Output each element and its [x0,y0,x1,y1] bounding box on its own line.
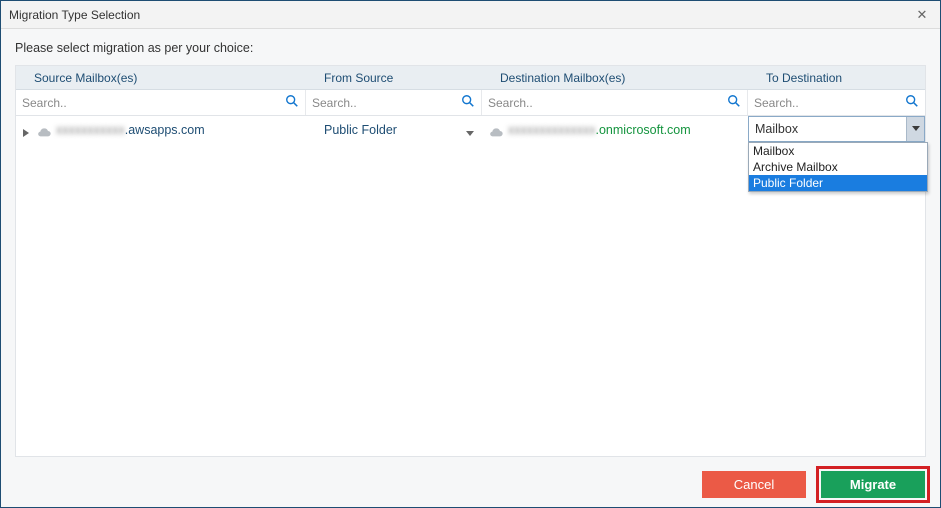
source-redacted: xxxxxxxxxxx [56,123,125,137]
search-input-from-source[interactable] [306,90,481,115]
search-icon[interactable] [285,94,299,108]
column-headers: Source Mailbox(es) From Source Destinati… [16,66,925,90]
dropdown-option-mailbox[interactable]: Mailbox [749,143,927,159]
footer: Cancel Migrate [1,461,940,507]
search-row [16,90,925,116]
chevron-down-icon[interactable] [906,117,924,141]
grid-panel: Source Mailbox(es) From Source Destinati… [15,65,926,457]
migrate-button[interactable]: Migrate [821,471,925,498]
expand-icon[interactable] [22,125,32,135]
cell-from-source[interactable]: Public Folder [306,116,482,144]
search-destination-mailboxes [482,90,748,115]
header-source-mailboxes: Source Mailbox(es) [16,66,306,89]
cell-destination-mailbox[interactable]: xxxxxxxxxxxxxx .onmicrosoft.com [482,116,748,144]
header-to-destination: To Destination [748,66,925,89]
search-source-mailboxes [16,90,306,115]
dialog-window: Migration Type Selection ✕ Please select… [0,0,941,508]
window-title: Migration Type Selection [9,8,912,22]
from-source-value: Public Folder [324,123,397,137]
destination-redacted: xxxxxxxxxxxxxx [508,123,596,137]
source-domain-text: .awsapps.com [125,123,205,137]
search-input-to-destination[interactable] [748,90,925,115]
cancel-button[interactable]: Cancel [702,471,806,498]
header-destination-mailboxes: Destination Mailbox(es) [482,66,748,89]
search-icon[interactable] [905,94,919,108]
titlebar: Migration Type Selection ✕ [1,1,940,29]
cell-source-mailbox[interactable]: xxxxxxxxxxx .awsapps.com [16,116,306,144]
search-input-destination[interactable] [482,90,747,115]
dialog-body: Please select migration as per your choi… [1,29,940,461]
search-input-source[interactable] [16,90,305,115]
to-destination-select[interactable]: Mailbox [748,116,925,142]
table-row: xxxxxxxxxxx .awsapps.com Public Folder x… [16,116,925,144]
cloud-icon [488,125,504,135]
prompt-text: Please select migration as per your choi… [15,41,926,55]
cloud-icon [36,125,52,135]
search-icon[interactable] [461,94,475,108]
migrate-highlight: Migrate [816,466,930,503]
chevron-down-icon[interactable] [466,126,474,132]
dropdown-option-archive-mailbox[interactable]: Archive Mailbox [749,159,927,175]
search-from-source [306,90,482,115]
search-to-destination [748,90,925,115]
to-destination-value: Mailbox [755,122,798,136]
to-destination-dropdown: Mailbox Archive Mailbox Public Folder [748,142,928,192]
header-from-source: From Source [306,66,482,89]
cell-to-destination: Mailbox Mailbox Archive Mailbox Public F… [748,116,925,144]
dropdown-option-public-folder[interactable]: Public Folder [749,175,927,191]
close-icon[interactable]: ✕ [912,7,932,23]
destination-domain-text: .onmicrosoft.com [596,123,691,137]
search-icon[interactable] [727,94,741,108]
